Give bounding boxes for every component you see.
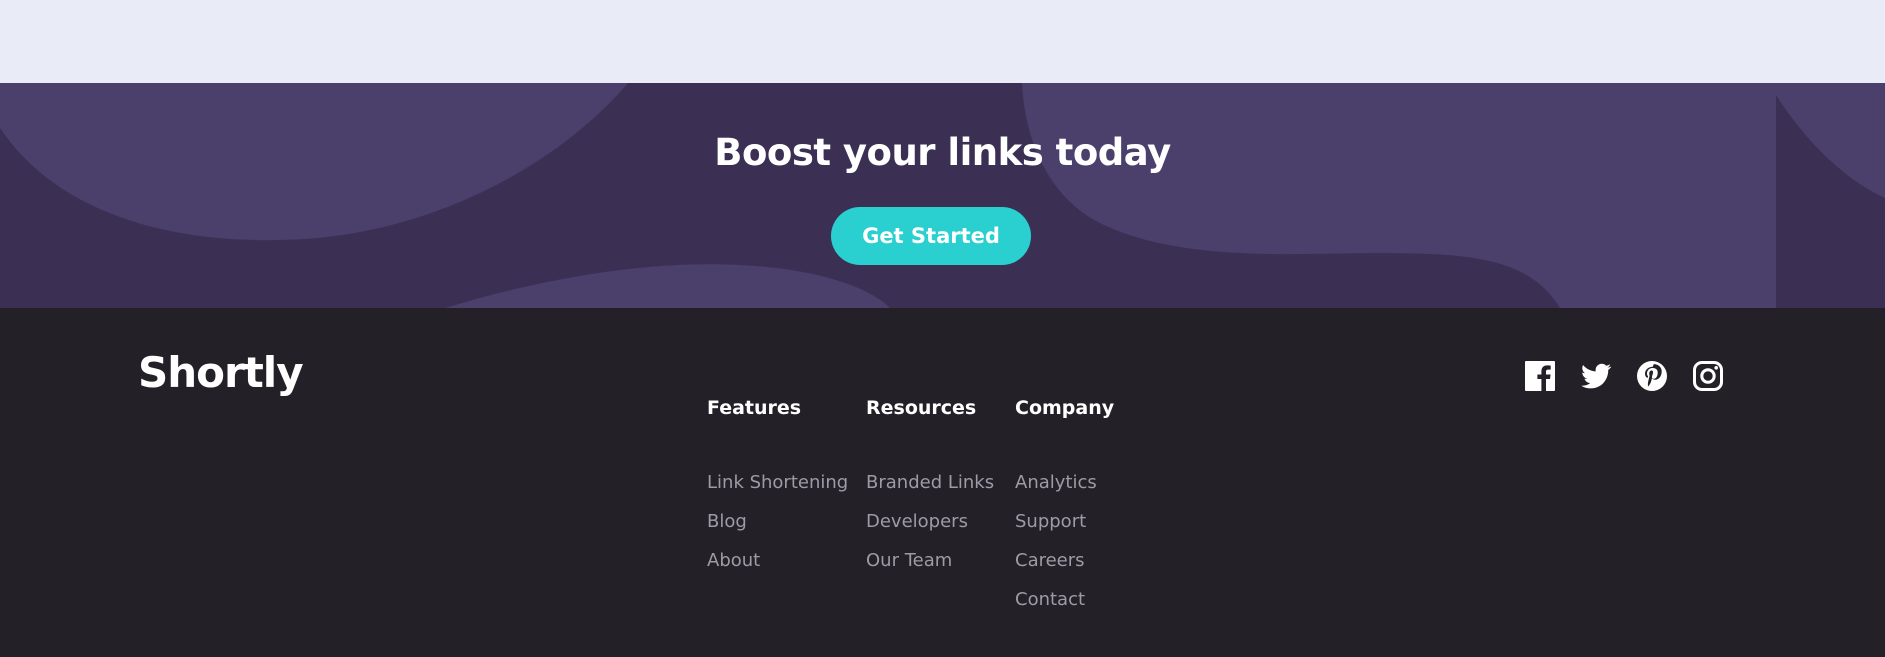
- footer-link-developers[interactable]: Developers: [866, 511, 968, 532]
- footer-heading-features: Features: [707, 397, 802, 419]
- footer-column-company: Company Analytics Support Careers Contac…: [1015, 393, 1114, 619]
- footer-link-link-shortening[interactable]: Link Shortening: [707, 472, 848, 493]
- boost-section: Boost your links today Get Started: [0, 83, 1885, 308]
- footer-logo[interactable]: Shortly: [138, 348, 304, 397]
- social-links: [1524, 360, 1724, 392]
- footer-link-careers[interactable]: Careers: [1015, 550, 1085, 571]
- footer-link-about[interactable]: About: [707, 550, 760, 571]
- footer-heading-company: Company: [1015, 397, 1115, 419]
- boost-shape-right: [1022, 83, 1776, 308]
- footer-column-features: Features Link Shortening Blog About: [707, 393, 848, 580]
- footer-column-resources: Resources Branded Links Developers Our T…: [866, 393, 994, 580]
- instagram-icon[interactable]: [1692, 360, 1724, 392]
- page-top-strip: [0, 0, 1885, 83]
- footer-link-support[interactable]: Support: [1015, 511, 1086, 532]
- boost-title: Boost your links today: [714, 131, 1171, 174]
- footer: Shortly Features Link Shortening Blog Ab…: [0, 308, 1885, 657]
- facebook-icon[interactable]: [1524, 360, 1556, 392]
- twitter-icon[interactable]: [1580, 360, 1612, 392]
- footer-link-contact[interactable]: Contact: [1015, 589, 1085, 610]
- boost-background-shapes: [0, 83, 1885, 308]
- boost-shape-bottom: [445, 264, 890, 308]
- get-started-button[interactable]: Get Started: [831, 207, 1031, 265]
- footer-link-our-team[interactable]: Our Team: [866, 550, 952, 571]
- footer-link-branded-links[interactable]: Branded Links: [866, 472, 994, 493]
- footer-link-blog[interactable]: Blog: [707, 511, 747, 532]
- pinterest-icon[interactable]: [1636, 360, 1668, 392]
- footer-heading-resources: Resources: [866, 397, 977, 419]
- footer-link-analytics[interactable]: Analytics: [1015, 472, 1097, 493]
